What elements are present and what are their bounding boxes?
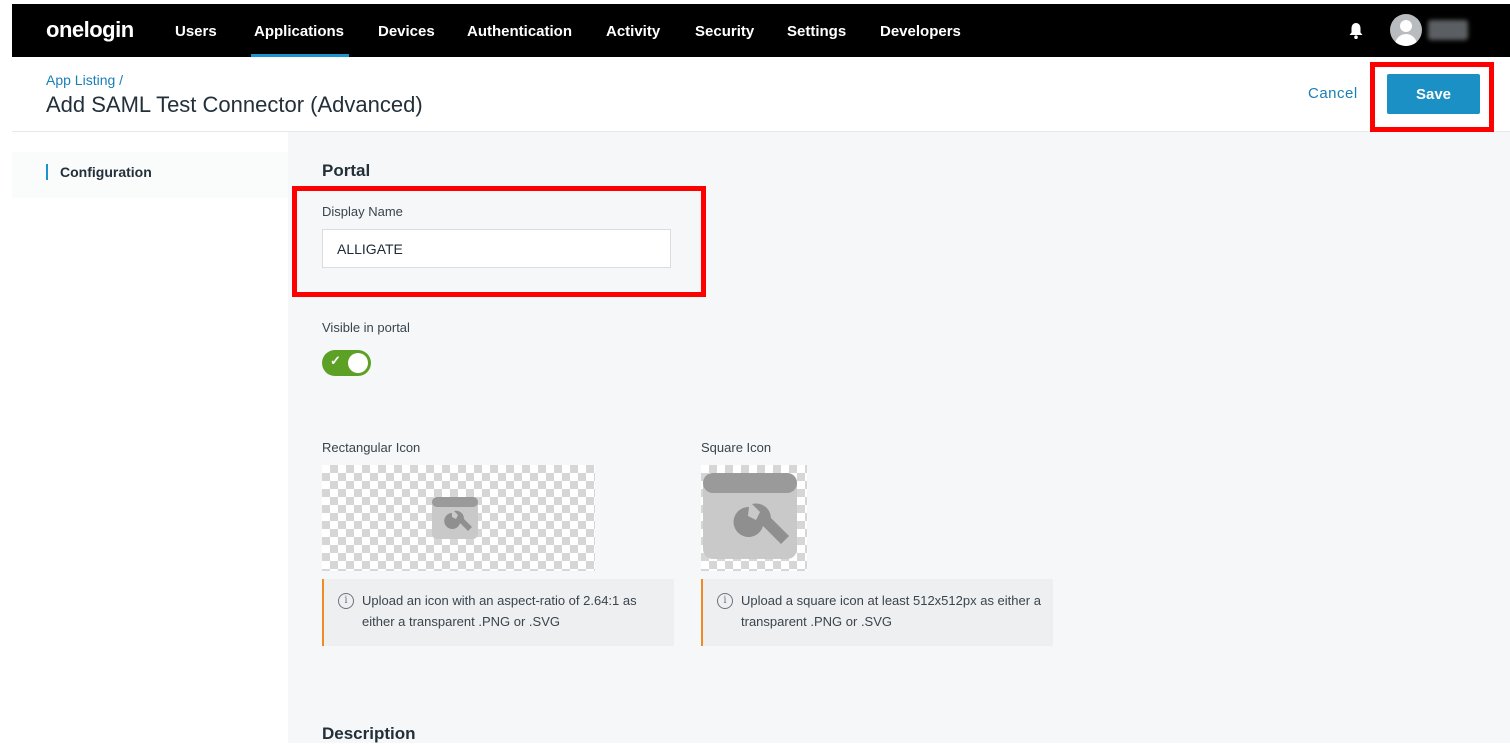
visible-in-portal-toggle[interactable]: ✓ bbox=[322, 350, 371, 376]
page-title: Add SAML Test Connector (Advanced) bbox=[46, 92, 423, 117]
save-highlight-box bbox=[1370, 62, 1494, 132]
nav-authentication[interactable]: Authentication bbox=[467, 23, 572, 40]
square-icon-label: Square Icon bbox=[701, 440, 772, 455]
nav-security[interactable]: Security bbox=[695, 23, 754, 40]
sidebar-item-configuration[interactable]: Configuration bbox=[46, 164, 152, 180]
onelogin-logo[interactable]: onelogin bbox=[46, 17, 134, 43]
avatar-icon[interactable] bbox=[1390, 14, 1422, 46]
top-nav: onelogin Users Applications Devices Auth… bbox=[12, 4, 1510, 57]
portal-section-title: Portal bbox=[322, 161, 371, 180]
sidebar: Configuration bbox=[12, 152, 288, 198]
display-name-highlight-box bbox=[292, 186, 706, 297]
wrench-icon bbox=[703, 473, 797, 559]
nav-applications[interactable]: Applications bbox=[254, 23, 344, 40]
username-redacted[interactable] bbox=[1428, 20, 1468, 40]
rectangular-icon-label: Rectangular Icon bbox=[322, 440, 421, 455]
nav-activity[interactable]: Activity bbox=[606, 23, 660, 40]
square-icon-info: i Upload a square icon at least 512x512p… bbox=[701, 579, 1053, 646]
info-icon: i bbox=[338, 593, 354, 609]
square-icon-upload[interactable] bbox=[701, 465, 807, 571]
visible-in-portal-label: Visible in portal bbox=[322, 320, 410, 335]
nav-developers[interactable]: Developers bbox=[880, 23, 961, 40]
page-header: App Listing / Add SAML Test Connector (A… bbox=[12, 57, 1510, 132]
description-section-title: Description bbox=[322, 724, 416, 743]
cancel-button[interactable]: Cancel bbox=[1308, 85, 1358, 102]
nav-devices[interactable]: Devices bbox=[378, 23, 435, 40]
check-icon: ✓ bbox=[330, 353, 341, 368]
breadcrumb-app-listing[interactable]: App Listing / bbox=[46, 72, 123, 88]
info-icon: i bbox=[717, 593, 733, 609]
wrench-icon bbox=[432, 497, 478, 539]
bell-icon[interactable] bbox=[1348, 22, 1364, 40]
rectangular-icon-info: i Upload an icon with an aspect-ratio of… bbox=[322, 579, 674, 646]
rectangular-icon-upload[interactable] bbox=[322, 465, 595, 571]
nav-settings[interactable]: Settings bbox=[787, 23, 846, 40]
nav-users[interactable]: Users bbox=[175, 23, 217, 40]
